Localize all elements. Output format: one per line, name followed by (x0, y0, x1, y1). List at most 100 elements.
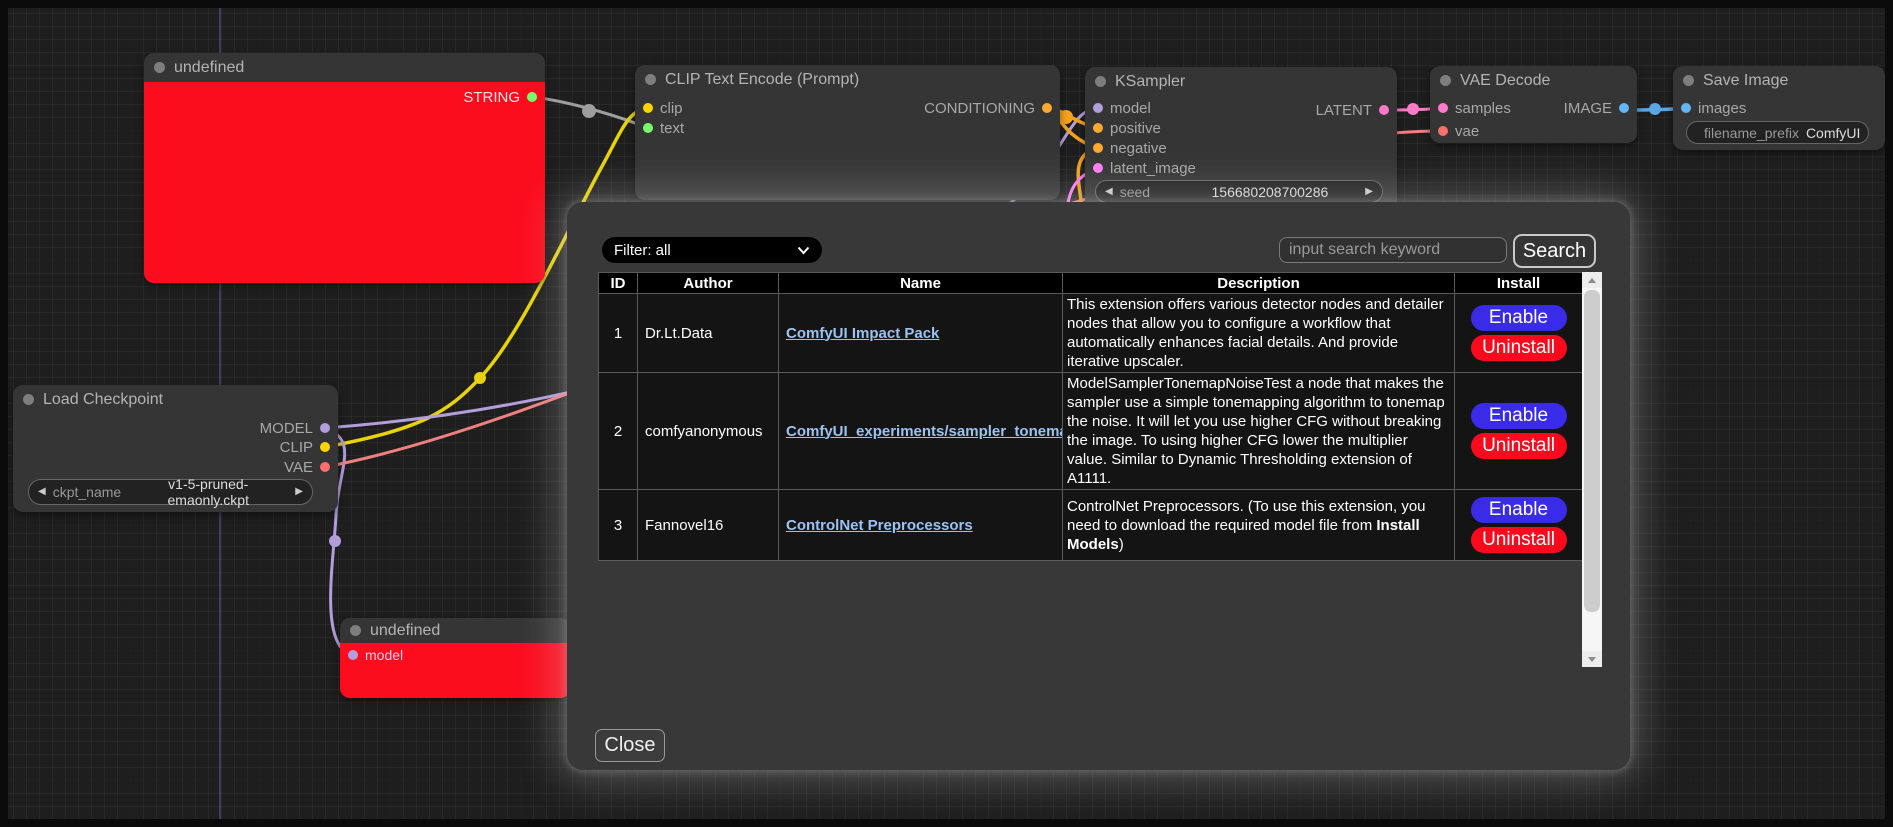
error-node-body (144, 82, 545, 283)
chevron-down-icon (797, 246, 810, 255)
node-collapse-dot[interactable] (1440, 75, 1451, 86)
search-input[interactable] (1279, 237, 1507, 263)
extension-link[interactable]: ComfyUI_experiments/sampler_tonemap (786, 423, 1063, 440)
node-vae-decode[interactable]: VAE Decode samples vae IMAGE (1430, 66, 1637, 143)
node-collapse-dot[interactable] (1095, 76, 1106, 87)
vae-output-socket[interactable] (320, 462, 330, 472)
reroute-dot-latent[interactable] (1407, 103, 1419, 115)
search-button[interactable]: Search (1513, 234, 1596, 268)
enable-button[interactable]: Enable (1471, 305, 1567, 331)
cell-description: ModelSamplerTonemapNoiseTest a node that… (1063, 373, 1455, 490)
extension-table: ID Author Name Description Install 1 Dr.… (598, 272, 1583, 561)
reroute-dot-image[interactable] (1649, 103, 1661, 115)
arrow-down-icon (1588, 657, 1596, 662)
conditioning-output-socket[interactable] (1042, 103, 1052, 113)
scroll-down-button[interactable] (1582, 651, 1602, 667)
table-row: 1 Dr.Lt.Data ComfyUI Impact Pack This ex… (599, 294, 1583, 373)
slot-latent-output: LATENT (1085, 102, 1397, 118)
slot-images-input: images (1673, 100, 1885, 116)
ckpt-name-widget[interactable]: ◀ ckpt_name v1-5-pruned-emaonly.ckpt ▶ (28, 479, 313, 505)
ckpt-decrement-icon[interactable]: ◀ (38, 487, 46, 497)
enable-button[interactable]: Enable (1471, 403, 1567, 429)
enable-button[interactable]: Enable (1471, 497, 1567, 523)
node-clip-text-encode[interactable]: CLIP Text Encode (Prompt) clip text COND… (635, 65, 1060, 200)
vae-input-socket[interactable] (1438, 126, 1448, 136)
extension-link[interactable]: ComfyUI Impact Pack (786, 325, 939, 342)
node-header: undefined (144, 53, 545, 82)
node-undefined-top[interactable]: undefined STRING (144, 53, 545, 283)
text-input-socket[interactable] (643, 123, 653, 133)
node-header: KSampler (1085, 67, 1397, 96)
cell-author: comfyanonymous (638, 373, 779, 490)
slot-latent-image-input: latent_image (1085, 160, 1397, 176)
reroute-dot-clip[interactable] (474, 372, 486, 384)
slot-vae-input: vae (1430, 123, 1637, 139)
node-header: Load Checkpoint (13, 385, 338, 414)
uninstall-button[interactable]: Uninstall (1471, 527, 1567, 553)
slot-vae-output: VAE (13, 459, 338, 475)
seed-decrement-icon[interactable]: ◀ (1105, 187, 1113, 197)
uninstall-button[interactable]: Uninstall (1471, 433, 1567, 459)
node-collapse-dot[interactable] (154, 62, 165, 73)
node-collapse-dot[interactable] (23, 394, 34, 405)
node-title: undefined (370, 622, 440, 640)
image-output-socket[interactable] (1619, 103, 1629, 113)
table-header-row: ID Author Name Description Install (599, 273, 1583, 294)
extension-table-container: ID Author Name Description Install 1 Dr.… (598, 272, 1602, 667)
cell-id: 3 (599, 490, 638, 561)
node-title: VAE Decode (1460, 72, 1550, 90)
node-header: undefined (340, 618, 570, 643)
uninstall-button[interactable]: Uninstall (1471, 335, 1567, 361)
model-output-socket[interactable] (320, 423, 330, 433)
node-header: CLIP Text Encode (Prompt) (635, 65, 1060, 94)
table-scrollbar[interactable] (1582, 272, 1602, 667)
filename-prefix-widget[interactable]: filename_prefix ComfyUI (1686, 121, 1869, 144)
node-load-checkpoint[interactable]: Load Checkpoint MODEL CLIP VAE ◀ ckpt_na… (13, 385, 338, 512)
slot-model-input: model (340, 647, 570, 663)
node-title: Save Image (1703, 72, 1788, 90)
slot-string-output: STRING (144, 89, 545, 105)
node-header: Save Image (1673, 66, 1885, 95)
slot-model-output: MODEL (13, 420, 338, 436)
node-ksampler[interactable]: KSampler model positive negative latent_… (1085, 67, 1397, 217)
negative-input-socket[interactable] (1093, 143, 1103, 153)
node-collapse-dot[interactable] (350, 625, 361, 636)
col-header-id: ID (599, 273, 638, 294)
col-header-name: Name (779, 273, 1063, 294)
scroll-up-button[interactable] (1582, 272, 1602, 288)
latent-output-socket[interactable] (1379, 105, 1389, 115)
reroute-dot-model[interactable] (329, 535, 341, 547)
arrow-up-icon (1588, 278, 1596, 283)
close-button[interactable]: Close (595, 729, 665, 762)
positive-input-socket[interactable] (1093, 123, 1103, 133)
node-collapse-dot[interactable] (1683, 75, 1694, 86)
node-title: undefined (174, 59, 244, 77)
comfyui-canvas[interactable]: undefined STRING CLIP Text Encode (Promp… (0, 0, 1893, 827)
slot-positive-input: positive (1085, 120, 1397, 136)
node-undefined-bottom[interactable]: undefined model (340, 618, 570, 698)
reroute-dot-string[interactable] (582, 104, 596, 118)
slot-conditioning-output: CONDITIONING (635, 100, 1060, 116)
node-title: CLIP Text Encode (Prompt) (665, 71, 859, 89)
table-row: 3 Fannovel16 ControlNet Preprocessors Co… (599, 490, 1583, 561)
cell-description: ControlNet Preprocessors. (To use this e… (1063, 490, 1455, 561)
reroute-dot-conditioning[interactable] (1059, 110, 1073, 124)
ckpt-increment-icon[interactable]: ▶ (295, 487, 303, 497)
node-collapse-dot[interactable] (645, 74, 656, 85)
clip-output-socket[interactable] (320, 442, 330, 452)
filter-select[interactable]: Filter: all (602, 237, 822, 263)
string-output-socket[interactable] (527, 92, 537, 102)
seed-widget[interactable]: ◀ seed 156680208700286 ▶ (1095, 180, 1383, 203)
model-input-socket[interactable] (348, 650, 358, 660)
images-input-socket[interactable] (1681, 103, 1691, 113)
slot-image-output: IMAGE (1430, 100, 1637, 116)
seed-increment-icon[interactable]: ▶ (1365, 187, 1373, 197)
cell-author: Fannovel16 (638, 490, 779, 561)
node-title: Load Checkpoint (43, 391, 163, 409)
col-header-author: Author (638, 273, 779, 294)
extension-link[interactable]: ControlNet Preprocessors (786, 517, 973, 534)
scrollbar-thumb[interactable] (1584, 290, 1600, 612)
node-save-image[interactable]: Save Image images filename_prefix ComfyU… (1673, 66, 1885, 150)
filter-select-value: Filter: all (614, 242, 671, 259)
latent-image-input-socket[interactable] (1093, 163, 1103, 173)
